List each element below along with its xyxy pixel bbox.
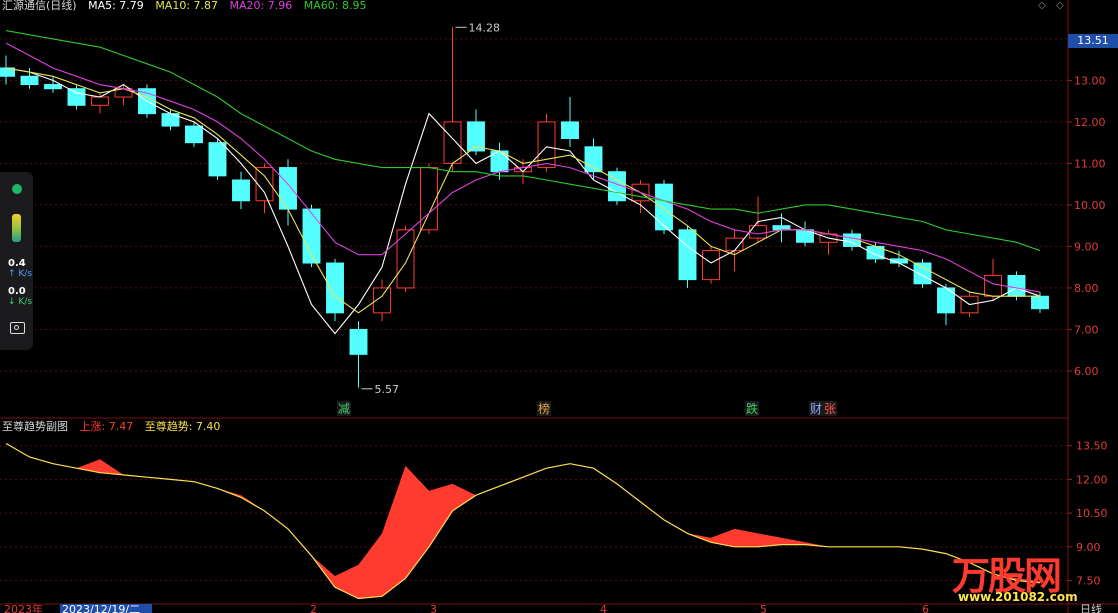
month-label: 3 xyxy=(430,603,437,613)
candle-body xyxy=(185,125,203,144)
menu-icon[interactable]: ◇ xyxy=(1056,0,1068,12)
ma-line-ma5 xyxy=(5,67,1041,335)
ma60-label: MA60: 8.95 xyxy=(303,0,367,12)
year-label: 2023年 xyxy=(4,602,43,613)
sub-y-tick-label: 10.50 xyxy=(1076,507,1108,520)
candle-body xyxy=(702,250,720,281)
y-tick-label: 8.00 xyxy=(1074,282,1099,295)
candle-body xyxy=(1031,295,1049,310)
candle-body xyxy=(44,84,62,90)
y-tick-label: 11.00 xyxy=(1074,157,1106,170)
candle-body xyxy=(67,88,86,106)
ma10-label: MA10: 7.87 xyxy=(155,0,219,12)
event-tag: 榜 xyxy=(538,401,550,416)
y-tick-label: 10.00 xyxy=(1074,199,1106,212)
stock-title: 汇源通信(日线) xyxy=(2,0,77,12)
ma-line-ma60 xyxy=(5,30,1041,252)
download-speed: 0.0 ↓ K/s xyxy=(8,286,33,307)
candle-body xyxy=(232,179,250,202)
subchart-title[interactable]: 至尊趋势副图 xyxy=(2,420,68,433)
month-label: 5 xyxy=(760,603,767,613)
event-tag: 张 xyxy=(824,402,836,416)
candle-body xyxy=(420,167,438,231)
candlesticks xyxy=(0,27,1049,388)
ma-line-ma10 xyxy=(5,67,1040,314)
y-tick-label: 7.00 xyxy=(1074,323,1099,336)
candle-body xyxy=(279,167,297,210)
candle-body xyxy=(1007,274,1026,297)
trend-subchart xyxy=(5,442,1041,600)
date-label: 2023/12/19/二 xyxy=(62,603,140,613)
up-label: 上涨: 7.47 xyxy=(79,420,134,433)
period-label: 日线 xyxy=(1080,602,1102,613)
signal-bar-icon xyxy=(12,214,21,242)
y-tick-label: 13.00 xyxy=(1074,74,1106,87)
candle-body xyxy=(725,237,744,252)
month-label: 2 xyxy=(310,603,317,613)
brand-url: www.201082.com xyxy=(958,590,1078,604)
candle-body xyxy=(561,121,579,140)
settings-icon[interactable]: ◇ xyxy=(1038,0,1050,12)
sub-chart-header: 至尊趋势副图 上涨: 7.47 至尊趋势: 7.40 xyxy=(2,418,228,434)
up-area xyxy=(6,443,1040,599)
high-label: 14.28 xyxy=(469,21,501,34)
y-tick-label: 12.00 xyxy=(1074,116,1106,129)
candle-body xyxy=(443,121,462,164)
event-tag: 财 xyxy=(810,402,822,416)
event-tag: 减 xyxy=(338,402,350,416)
candle-body xyxy=(208,142,227,177)
candle-body xyxy=(326,262,344,314)
y-tick-label: 9.00 xyxy=(1074,240,1099,253)
sub-y-tick-label: 13.50 xyxy=(1076,440,1108,453)
trend-label: 至尊趋势: 7.40 xyxy=(144,420,221,433)
speed-side-panel: 0.4 ↑ K/s 0.0 ↓ K/s xyxy=(0,172,33,350)
sub-y-tick-label: 9.00 xyxy=(1076,541,1101,554)
sub-y-tick-label: 7.50 xyxy=(1076,575,1101,588)
upload-speed: 0.4 ↑ K/s xyxy=(8,258,33,279)
sub-y-tick-label: 12.00 xyxy=(1076,473,1108,486)
candle-body xyxy=(678,229,697,281)
candle-body xyxy=(749,225,767,239)
current-price-tag: 13.51 xyxy=(1068,34,1118,48)
candle-body xyxy=(91,96,109,106)
event-tag: 跌 xyxy=(746,401,758,416)
candle-body xyxy=(984,274,1002,297)
month-label: 4 xyxy=(600,603,607,613)
candle-body xyxy=(772,225,791,231)
candle-body xyxy=(913,262,932,285)
stock-chart[interactable]: 14.0013.0012.0011.0010.009.008.007.006.0… xyxy=(0,0,1118,613)
candle-body xyxy=(349,328,368,355)
main-chart-header: 汇源通信(日线) MA5: 7.79 MA10: 7.87 MA20: 7.96… xyxy=(2,0,374,13)
low-label: 5.57 xyxy=(375,383,400,396)
status-dot-icon xyxy=(12,184,22,194)
ma5-label: MA5: 7.79 xyxy=(88,0,144,12)
candle-body xyxy=(655,183,673,231)
y-tick-label: 6.00 xyxy=(1074,365,1099,378)
ma20-label: MA20: 7.96 xyxy=(229,0,293,12)
camera-icon[interactable] xyxy=(10,322,25,334)
trend-line xyxy=(5,442,1041,600)
candle-body xyxy=(20,75,39,86)
month-label: 6 xyxy=(922,603,929,613)
